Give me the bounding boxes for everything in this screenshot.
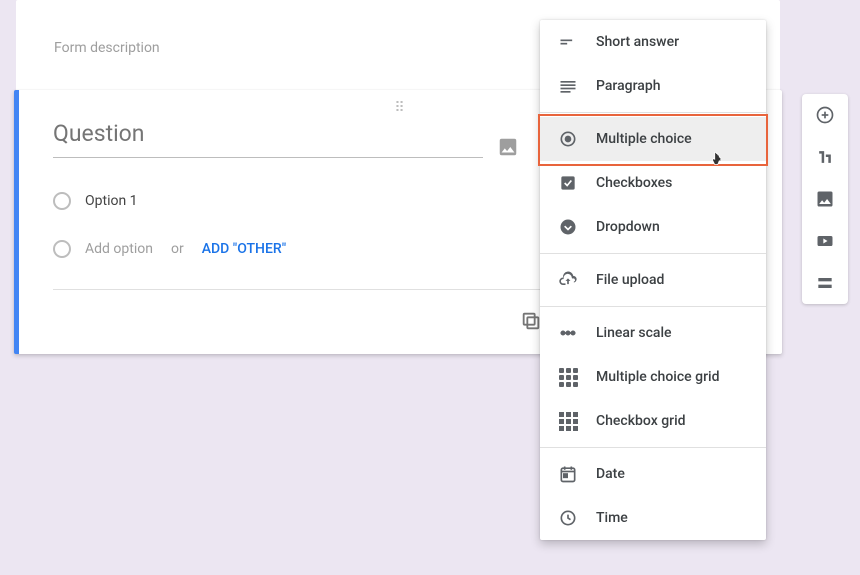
add-other-button[interactable]: ADD "OTHER" xyxy=(202,241,286,257)
type-label: Checkboxes xyxy=(596,175,672,191)
calendar-icon xyxy=(558,464,578,484)
type-label: File upload xyxy=(596,272,664,288)
type-paragraph[interactable]: Paragraph xyxy=(540,64,766,108)
type-label: Dropdown xyxy=(596,219,660,235)
type-label: Linear scale xyxy=(596,325,672,341)
type-time[interactable]: Time xyxy=(540,496,766,540)
add-title-icon[interactable] xyxy=(814,146,836,168)
option-label[interactable]: Option 1 xyxy=(85,193,138,209)
grid-squares-icon xyxy=(558,411,578,431)
add-section-icon[interactable] xyxy=(814,272,836,294)
type-dropdown[interactable]: Dropdown xyxy=(540,205,766,249)
type-checkbox-grid[interactable]: Checkbox grid xyxy=(540,399,766,443)
type-label: Short answer xyxy=(596,34,679,50)
type-multiple-choice[interactable]: Multiple choice xyxy=(540,117,766,161)
type-file-upload[interactable]: File upload xyxy=(540,258,766,302)
add-video-icon[interactable] xyxy=(814,230,836,252)
add-image-icon[interactable] xyxy=(497,136,519,158)
or-text: or xyxy=(171,241,184,257)
type-date[interactable]: Date xyxy=(540,452,766,496)
type-short-answer[interactable]: Short answer xyxy=(540,20,766,64)
type-checkboxes[interactable]: Checkboxes xyxy=(540,161,766,205)
menu-separator xyxy=(540,306,766,307)
radio-selected-icon xyxy=(558,129,578,149)
question-type-menu: Short answer Paragraph Multiple choice C… xyxy=(540,20,766,540)
type-label: Paragraph xyxy=(596,78,661,94)
menu-separator xyxy=(540,447,766,448)
type-label: Multiple choice xyxy=(596,131,692,147)
type-multiple-choice-grid[interactable]: Multiple choice grid xyxy=(540,355,766,399)
menu-separator xyxy=(540,253,766,254)
menu-separator xyxy=(540,112,766,113)
question-title-input[interactable]: Question xyxy=(53,120,483,158)
add-image-icon[interactable] xyxy=(814,188,836,210)
checkbox-icon xyxy=(558,173,578,193)
short-answer-icon xyxy=(558,32,578,52)
type-linear-scale[interactable]: Linear scale xyxy=(540,311,766,355)
type-label: Date xyxy=(596,466,625,482)
clock-icon xyxy=(558,508,578,528)
linear-scale-icon xyxy=(558,323,578,343)
radio-icon xyxy=(53,240,71,258)
dropdown-icon xyxy=(558,217,578,237)
duplicate-icon[interactable] xyxy=(520,310,542,332)
type-label: Checkbox grid xyxy=(596,413,686,429)
type-label: Time xyxy=(596,510,628,526)
type-label: Multiple choice grid xyxy=(596,369,719,385)
question-actions xyxy=(520,310,542,332)
radio-icon xyxy=(53,192,71,210)
add-option-button[interactable]: Add option xyxy=(85,241,153,257)
paragraph-icon xyxy=(558,76,578,96)
cloud-upload-icon xyxy=(558,270,578,290)
add-question-icon[interactable] xyxy=(814,104,836,126)
grid-dots-icon xyxy=(558,367,578,387)
side-toolbar xyxy=(802,94,848,304)
